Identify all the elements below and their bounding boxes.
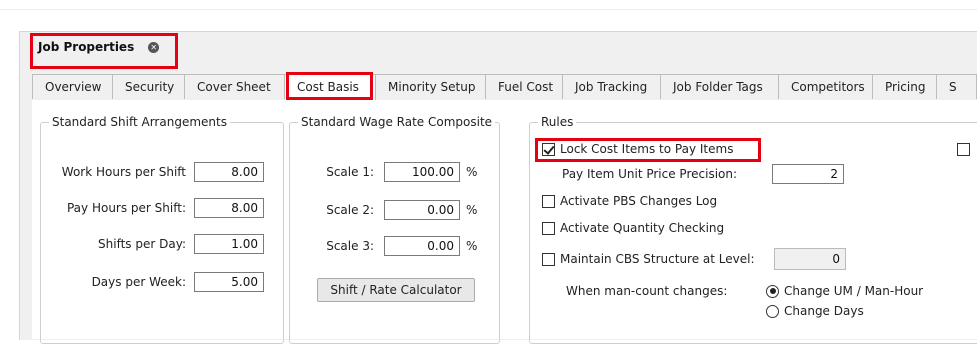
work-hours-input[interactable]: 8.00 (194, 162, 264, 182)
tab-security[interactable]: Security (113, 74, 185, 99)
shifts-per-day-label: Shifts per Day: (98, 237, 186, 251)
tab-job-folder-tags[interactable]: Job Folder Tags (661, 74, 779, 99)
precision-input[interactable]: 2 (772, 164, 844, 184)
days-per-week-label: Days per Week: (91, 275, 186, 289)
shift-rate-calculator-button[interactable]: Shift / Rate Calculator (317, 278, 475, 302)
work-hours-label: Work Hours per Shift (61, 165, 186, 179)
wage-rate-group: Standard Wage Rate Composite (289, 115, 500, 344)
wage-group-title: Standard Wage Rate Composite (298, 115, 496, 129)
property-tabs: Overview Security Cover Sheet Cost Basis… (32, 74, 977, 101)
tab-cover-sheet[interactable]: Cover Sheet (185, 74, 285, 99)
top-divider (0, 9, 977, 10)
tab-job-tracking[interactable]: Job Tracking (563, 74, 661, 99)
cbs-level-input: 0 (774, 248, 846, 270)
tab-cost-basis[interactable]: Cost Basis (285, 74, 376, 100)
rules-group-title: Rules (538, 115, 577, 129)
quantity-checking-label[interactable]: Activate Quantity Checking (560, 221, 724, 235)
change-days-radio[interactable] (766, 304, 779, 318)
scale-3-unit: % (466, 239, 478, 253)
pbs-changes-log-label[interactable]: Activate PBS Changes Log (560, 194, 717, 208)
scale-1-input[interactable]: 100.00 (384, 162, 460, 182)
lock-cost-items-label[interactable]: Lock Cost Items to Pay Items (560, 142, 733, 156)
days-per-week-input[interactable]: 5.00 (194, 272, 264, 292)
tab-s[interactable]: S (937, 74, 977, 99)
scale-2-label: Scale 2: (326, 203, 374, 217)
tab-pricing[interactable]: Pricing (873, 74, 937, 99)
scale-1-unit: % (466, 165, 478, 179)
change-um-label[interactable]: Change UM / Man-Hour (784, 284, 923, 298)
tab-fuel-cost[interactable]: Fuel Cost (486, 74, 563, 99)
cost-basis-panel: Standard Shift Arrangements Work Hours p… (32, 100, 977, 344)
shifts-per-day-input[interactable]: 1.00 (194, 234, 264, 254)
lock-cost-items-checkbox[interactable] (542, 142, 555, 156)
scale-2-unit: % (466, 203, 478, 217)
change-um-radio[interactable] (766, 284, 779, 298)
pay-hours-label: Pay Hours per Shift: (66, 201, 186, 215)
shift-group-title: Standard Shift Arrangements (49, 115, 230, 129)
change-days-label[interactable]: Change Days (784, 304, 864, 318)
tab-minority-setup[interactable]: Minority Setup (376, 74, 486, 99)
precision-label: Pay Item Unit Price Precision: (562, 167, 738, 181)
mancount-label: When man-count changes: (566, 284, 728, 298)
scale-3-label: Scale 3: (326, 239, 374, 253)
partial-checkbox[interactable] (957, 143, 970, 156)
pbs-changes-log-checkbox[interactable] (542, 194, 555, 208)
scale-1-label: Scale 1: (326, 165, 374, 179)
quantity-checking-checkbox[interactable] (542, 221, 555, 235)
scale-2-input[interactable]: 0.00 (384, 200, 460, 220)
scale-3-input[interactable]: 0.00 (384, 236, 460, 256)
shift-arrangements-group: Standard Shift Arrangements (40, 115, 284, 344)
pay-hours-input[interactable]: 8.00 (194, 198, 264, 218)
document-tab-job-properties[interactable]: Job Properties ✕ (30, 36, 168, 58)
close-icon[interactable]: ✕ (148, 41, 160, 53)
cbs-structure-label[interactable]: Maintain CBS Structure at Level: (560, 252, 773, 266)
tab-overview[interactable]: Overview (32, 74, 113, 99)
cbs-structure-checkbox[interactable] (542, 252, 555, 266)
document-tab-title: Job Properties (38, 40, 135, 54)
tab-competitors[interactable]: Competitors (779, 74, 873, 99)
